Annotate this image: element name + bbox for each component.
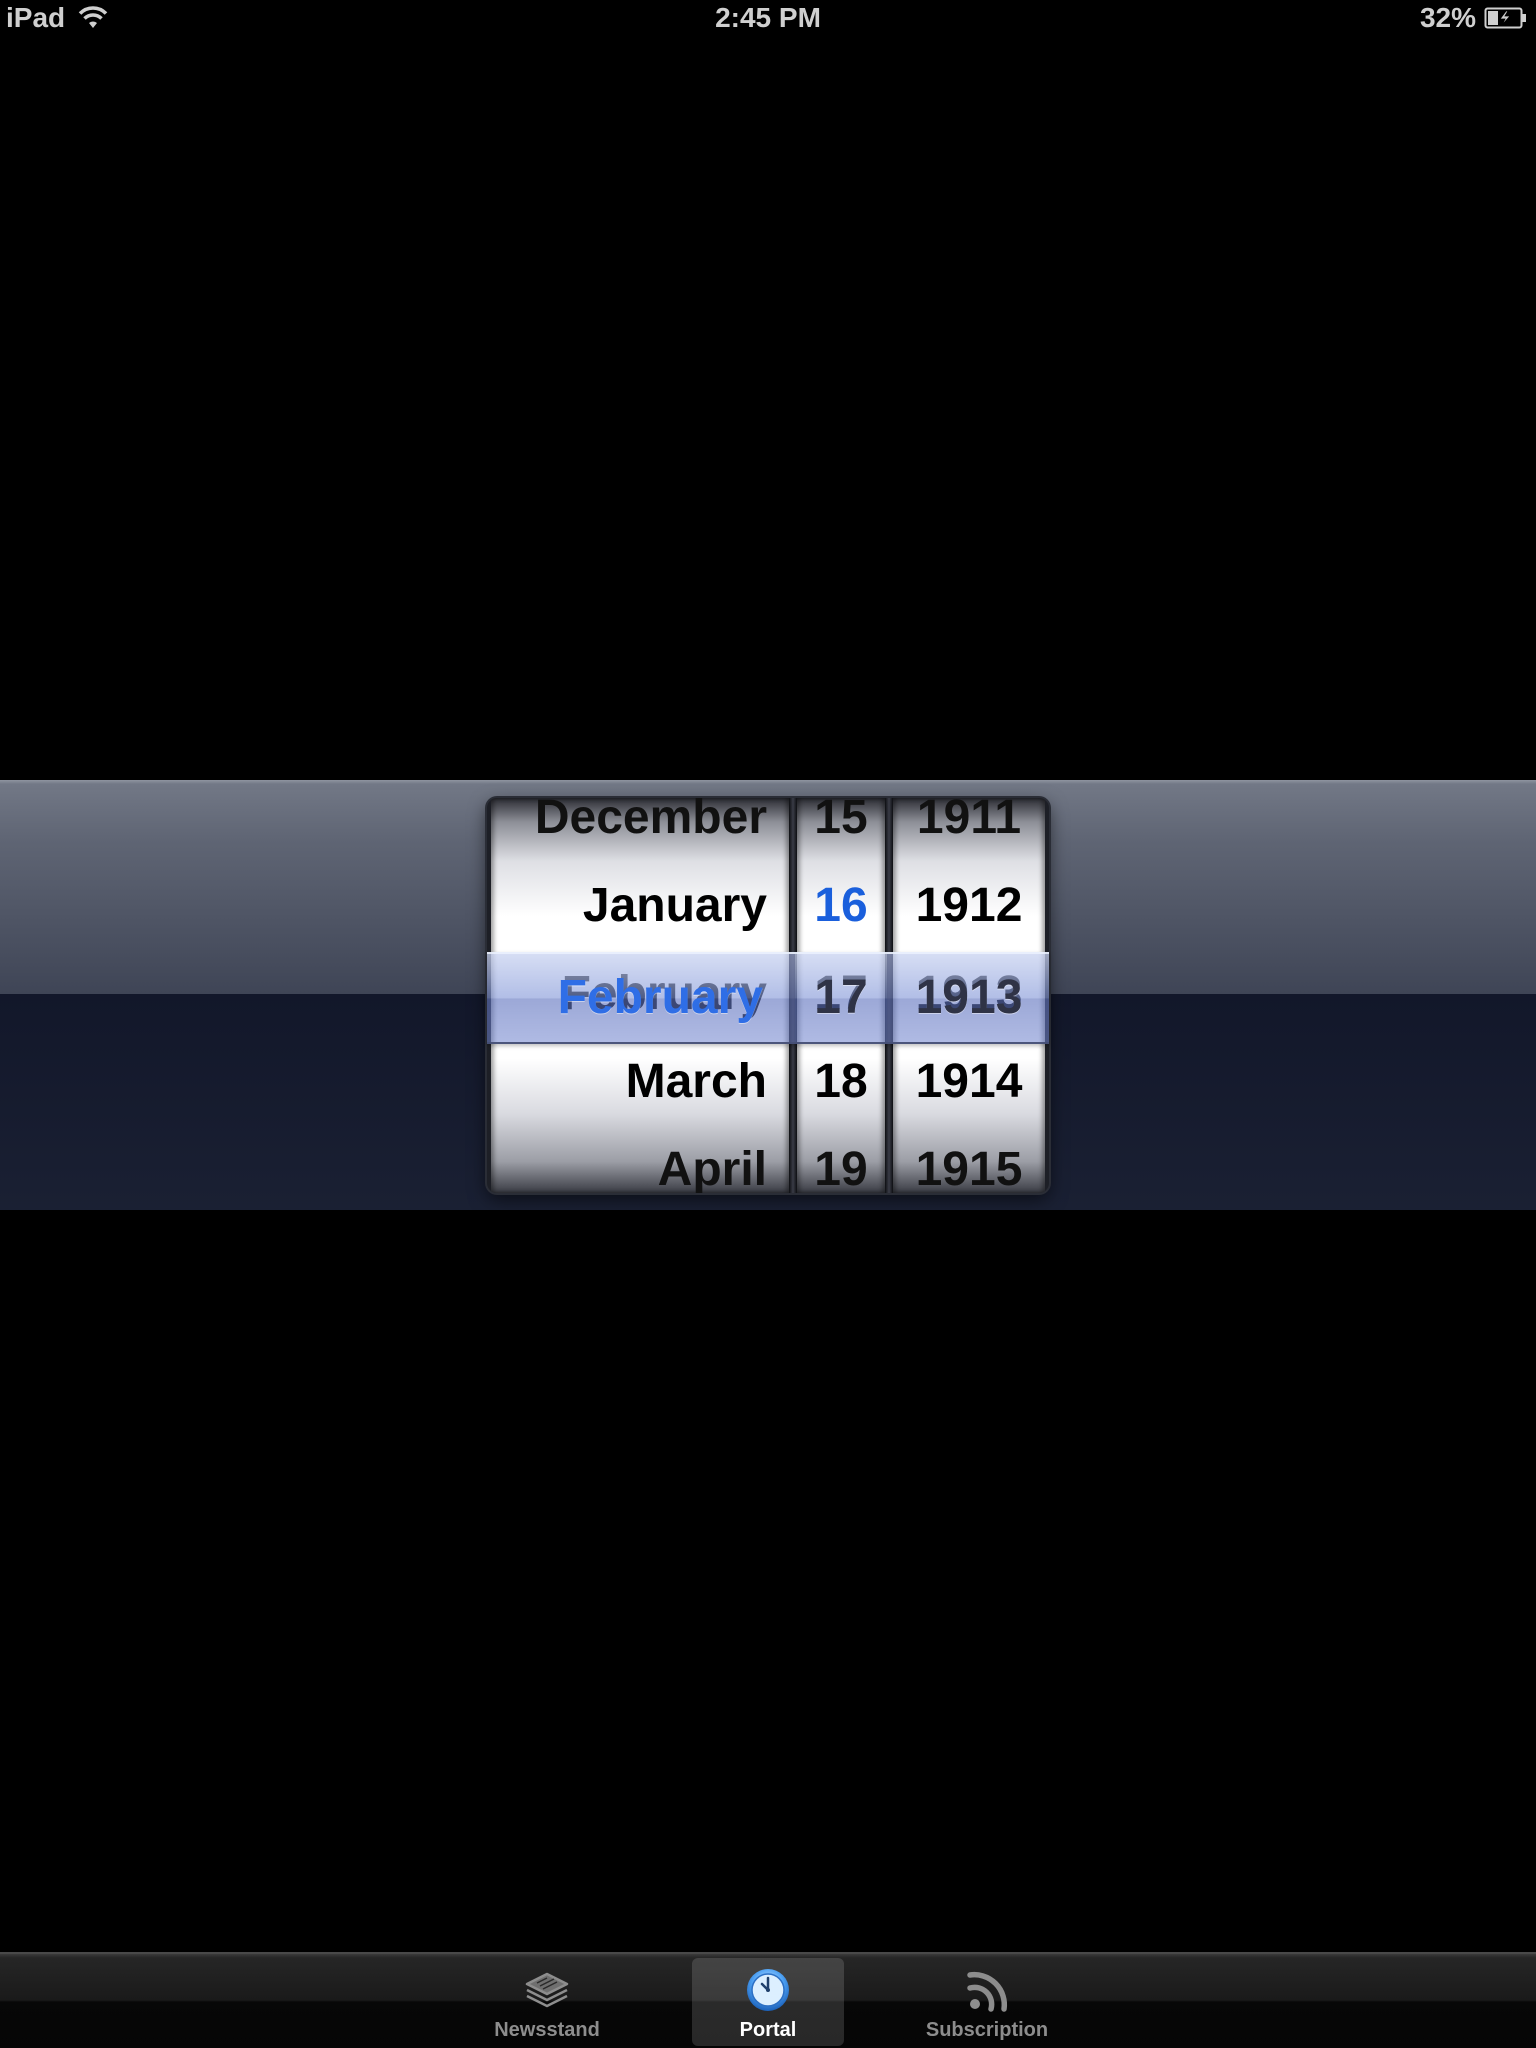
newsstand-icon <box>521 1966 573 2014</box>
month-row[interactable]: March <box>491 1038 789 1126</box>
tab-bar: Newsstand Portal Subscription <box>0 1952 1536 2048</box>
day-row[interactable]: 19 <box>797 1126 885 1193</box>
year-row[interactable]: 1914 <box>893 1038 1045 1126</box>
year-row[interactable]: 1911 <box>893 798 1045 862</box>
tab-label: Portal <box>739 2019 797 2041</box>
month-row[interactable]: February <box>491 950 789 1038</box>
tab-newsstand[interactable]: Newsstand <box>471 1958 623 2046</box>
wheel-divider <box>789 798 797 1193</box>
tab-portal[interactable]: Portal <box>692 1958 844 2046</box>
date-picker[interactable]: December January February March April 15… <box>487 798 1049 1193</box>
month-row[interactable]: April <box>491 1126 789 1193</box>
day-row-current[interactable]: 16 <box>797 862 885 950</box>
battery-icon <box>1484 7 1528 29</box>
clock-icon <box>742 1966 794 2014</box>
month-row[interactable]: January <box>491 862 789 950</box>
day-wheel[interactable]: 15 16 17 18 19 <box>797 798 885 1193</box>
year-wheel[interactable]: 1911 1912 1913 1914 1915 <box>893 798 1045 1193</box>
battery-percent: 32% <box>1419 2 1476 33</box>
status-right: 32% <box>1420 2 1528 34</box>
day-row[interactable]: 15 <box>797 798 885 862</box>
year-row[interactable]: 1915 <box>893 1126 1045 1193</box>
day-row[interactable]: 18 <box>797 1038 885 1126</box>
tab-label: Subscription <box>925 2019 1049 2041</box>
status-bar: iPad 2:45 PM 32% <box>0 0 1536 40</box>
month-wheel[interactable]: December January February March April <box>491 798 789 1193</box>
status-time: 2:45 PM <box>715 2 821 33</box>
screen: iPad 2:45 PM 32% December January Februa… <box>0 0 1536 2048</box>
month-row[interactable]: December <box>491 798 789 862</box>
tab-label: Newsstand <box>494 2019 600 2041</box>
year-row[interactable]: 1913 <box>893 950 1045 1038</box>
year-row[interactable]: 1912 <box>893 862 1045 950</box>
wheel-divider <box>885 798 893 1193</box>
day-row[interactable]: 17 <box>797 950 885 1038</box>
rss-icon <box>961 1966 1013 2014</box>
tab-subscription[interactable]: Subscription <box>911 1958 1063 2046</box>
